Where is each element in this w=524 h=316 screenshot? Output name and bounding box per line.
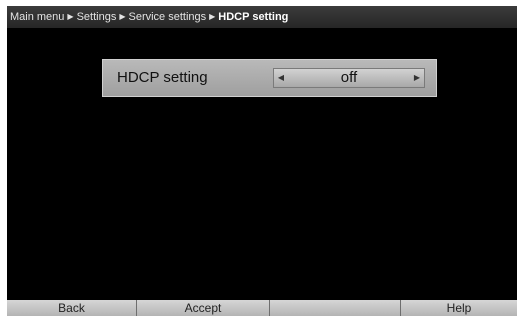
soft-button-bar: Back Accept Help	[7, 300, 517, 316]
breadcrumb-main-menu[interactable]: Main menu	[10, 11, 64, 23]
triangle-right-icon[interactable]: ▶	[411, 69, 423, 87]
hdcp-value-selector[interactable]: ◀ off ▶	[273, 68, 425, 88]
blank-button[interactable]	[270, 300, 401, 316]
breadcrumb-settings[interactable]: Settings	[77, 11, 117, 23]
help-button[interactable]: Help	[401, 300, 517, 316]
hdcp-setting-row[interactable]: HDCP setting ◀ off ▶	[102, 59, 437, 97]
breadcrumb-separator-icon: ▶	[67, 12, 74, 21]
back-button[interactable]: Back	[7, 300, 137, 316]
breadcrumb-hdcp-setting: HDCP setting	[218, 11, 289, 23]
hdcp-value: off	[340, 69, 358, 86]
breadcrumb: Main menu ▶ Settings ▶ Service settings ▶ HDCP…	[7, 6, 517, 28]
breadcrumb-separator-icon: ▶	[209, 12, 216, 21]
tv-screen: Main menu ▶ Settings ▶ Service settings ▶ HDCP…	[7, 6, 517, 316]
hdcp-setting-label: HDCP setting	[117, 69, 208, 86]
accept-button[interactable]: Accept	[137, 300, 270, 316]
breadcrumb-service-settings[interactable]: Service settings	[128, 11, 206, 23]
breadcrumb-separator-icon: ▶	[119, 12, 126, 21]
